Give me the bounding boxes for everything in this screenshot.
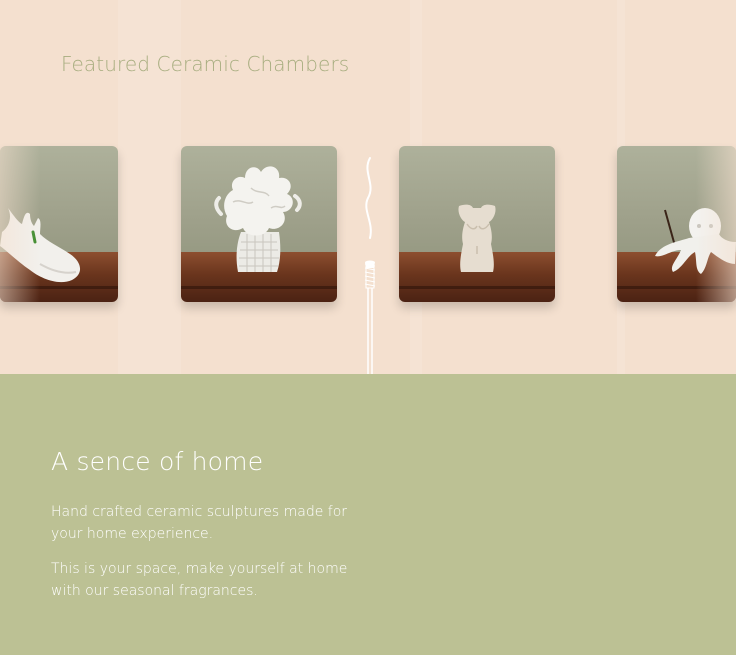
product-card-dragon[interactable] <box>181 146 337 302</box>
incense-stick-icon <box>364 157 376 374</box>
product-card-torso[interactable] <box>399 146 555 302</box>
product-card-hand[interactable] <box>0 146 118 302</box>
about-heading: A sence of home <box>51 447 264 476</box>
ceramic-torso-icon <box>458 204 496 272</box>
about-paragraph-1: Hand crafted ceramic sculptures made for… <box>51 504 348 542</box>
section-title: Featured Ceramic Chambers <box>61 52 350 76</box>
about-paragraph-2: This is your space, make yourself at hom… <box>51 561 348 599</box>
product-card-octopus[interactable] <box>617 146 736 302</box>
ceramic-dragon-icon <box>214 166 302 272</box>
